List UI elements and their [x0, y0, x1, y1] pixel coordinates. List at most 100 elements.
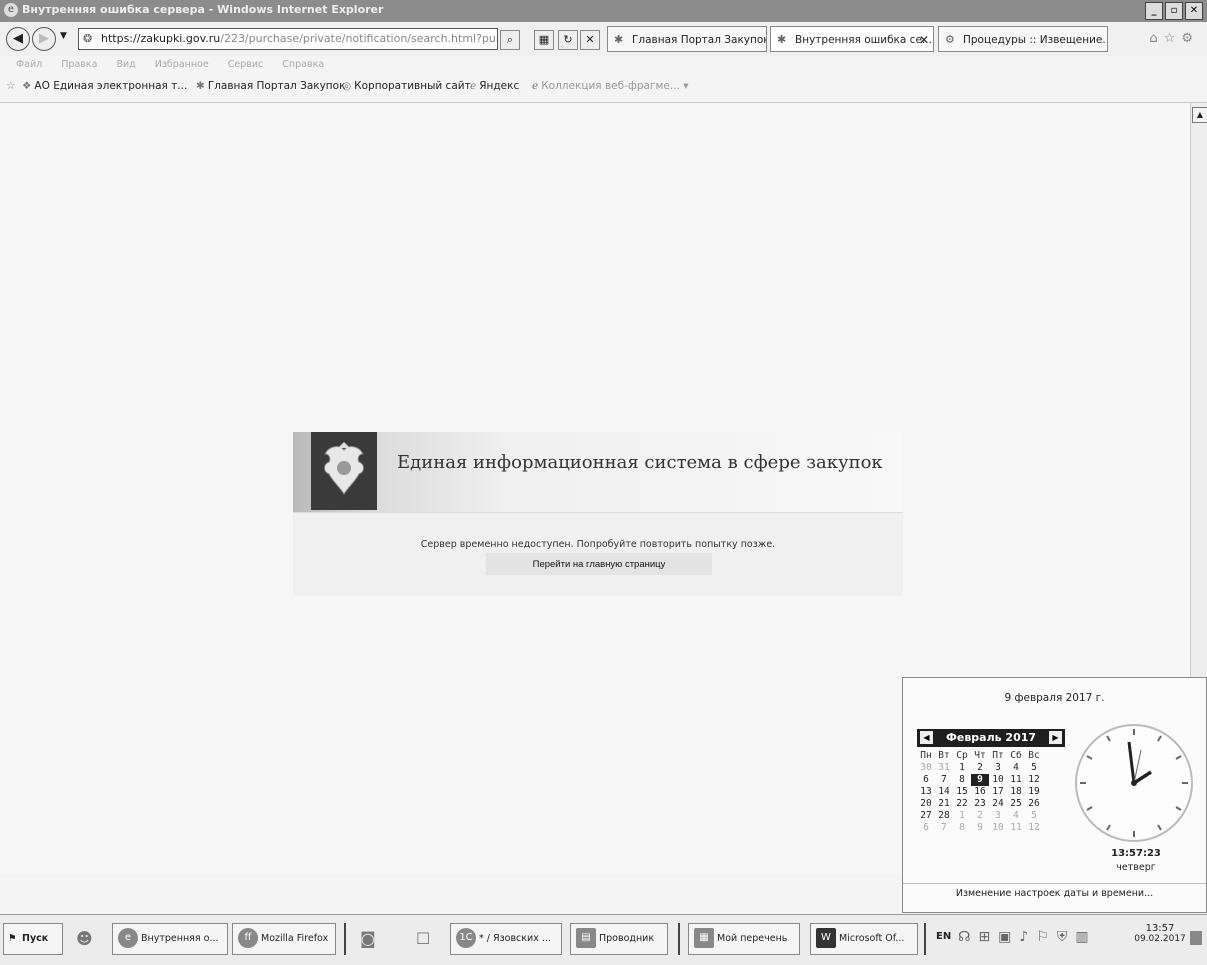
calendar-day[interactable]: 10	[989, 822, 1007, 834]
calendar-day[interactable]: 8	[953, 774, 971, 786]
favorites-star-icon[interactable]: ☆	[6, 80, 15, 92]
calendar-day[interactable]: 20	[917, 798, 935, 810]
favorites-star-icon[interactable]: ☆	[1164, 31, 1182, 46]
calendar-day[interactable]: 22	[953, 798, 971, 810]
tab-procedures[interactable]: ⚙ Процедуры :: Извещение...	[938, 26, 1108, 52]
taskbar-button-1c[interactable]: 1С * / Язовских ...	[450, 923, 562, 955]
calendar-day[interactable]: 31	[935, 762, 953, 774]
calendar-day[interactable]: 25	[1007, 798, 1025, 810]
taskbar-separator	[678, 923, 680, 955]
calendar-day[interactable]: 10	[989, 774, 1007, 786]
calendar-day[interactable]: 21	[935, 798, 953, 810]
quicklaunch-icon[interactable]: ☻	[76, 929, 93, 948]
network-icon[interactable]: ⊞	[978, 929, 998, 945]
calendar-day[interactable]: 4	[1007, 810, 1025, 822]
volume-icon[interactable]: ♪	[1019, 929, 1036, 945]
scroll-up-icon[interactable]: ▲	[1192, 107, 1207, 123]
language-indicator[interactable]: EN	[936, 931, 951, 942]
calendar-day[interactable]: 8	[953, 822, 971, 834]
calendar-day[interactable]: 3	[989, 810, 1007, 822]
calendar-day[interactable]: 5	[1025, 762, 1043, 774]
calendar-day[interactable]: 1	[953, 810, 971, 822]
back-button[interactable]: ◀	[6, 27, 30, 51]
calendar-day[interactable]: 19	[1025, 786, 1043, 798]
taskbar-button-firefox[interactable]: ff Mozilla Firefox	[232, 923, 336, 955]
calendar-day[interactable]: 6	[917, 822, 935, 834]
history-dropdown-icon[interactable]: ▼	[60, 31, 67, 41]
date-time-settings-link[interactable]: Изменение настроек даты и времени...	[903, 888, 1206, 899]
calendar-day[interactable]: 7	[935, 822, 953, 834]
monitor-icon[interactable]: ▥	[1075, 929, 1096, 945]
compat-view-icon[interactable]: ▦	[534, 30, 554, 50]
search-dropdown-icon[interactable]: ⌕	[500, 30, 520, 50]
calendar-day[interactable]: 9	[971, 822, 989, 834]
calendar-day[interactable]: 5	[1025, 810, 1043, 822]
calendar-day[interactable]: 14	[935, 786, 953, 798]
calendar-day[interactable]: 15	[953, 786, 971, 798]
calendar-day[interactable]: 4	[1007, 762, 1025, 774]
calendar-day[interactable]: 2	[971, 762, 989, 774]
favorite-link-portal[interactable]: ✱ Главная Портал Закупок	[196, 80, 345, 92]
calendar-day[interactable]: 6	[917, 774, 935, 786]
calendar-day[interactable]: 18	[1007, 786, 1025, 798]
next-month-icon[interactable]: ▶	[1049, 731, 1062, 744]
skype-icon[interactable]: ☊	[958, 929, 978, 945]
calendar-day[interactable]: 26	[1025, 798, 1043, 810]
calendar-day[interactable]: 30	[917, 762, 935, 774]
taskbar-button-explorer[interactable]: ▤ Проводник	[570, 923, 668, 955]
close-tab-icon[interactable]: ✕	[919, 27, 929, 51]
calendar-day[interactable]: 27	[917, 810, 935, 822]
calendar-day[interactable]: 17	[989, 786, 1007, 798]
calendar-day[interactable]: 13	[917, 786, 935, 798]
security-icon[interactable]: ⛨	[1057, 929, 1076, 945]
calendar-day[interactable]: 23	[971, 798, 989, 810]
tab-server-error[interactable]: ✱ Внутренняя ошибка се... ✕	[770, 26, 934, 52]
show-desktop-icon[interactable]	[1190, 931, 1202, 945]
calendar-day[interactable]: 3	[989, 762, 1007, 774]
action-center-icon[interactable]: ⚐	[1036, 929, 1057, 945]
taskbar-button-ie[interactable]: e Внутренняя о...	[112, 923, 228, 955]
menu-view[interactable]: Вид	[116, 59, 135, 70]
home-icon[interactable]: ⌂	[1149, 31, 1163, 46]
calendar-day-today[interactable]: 9	[971, 774, 989, 786]
favorite-link-corporate[interactable]: ◎ Корпоративный сайт	[342, 80, 471, 92]
forward-button[interactable]: ▶	[32, 27, 56, 51]
calendar-day[interactable]: 7	[935, 774, 953, 786]
prev-month-icon[interactable]: ◀	[920, 731, 933, 744]
calendar-day[interactable]: 2	[971, 810, 989, 822]
minimize-button[interactable]: _	[1145, 2, 1163, 20]
calendar-day[interactable]: 24	[989, 798, 1007, 810]
menu-favorites[interactable]: Избранное	[155, 59, 209, 70]
calendar-day[interactable]: 28	[935, 810, 953, 822]
app-icon[interactable]: ☐	[416, 929, 430, 948]
menu-file[interactable]: Файл	[16, 59, 42, 70]
calendar-day[interactable]: 12	[1025, 774, 1043, 786]
calendar-day[interactable]: 11	[1007, 822, 1025, 834]
calendar-day[interactable]: 1	[953, 762, 971, 774]
display-icon[interactable]: ▣	[998, 929, 1019, 945]
favorite-webslice-gallery[interactable]: ℯ Коллекция веб-фрагме... ▾	[532, 80, 688, 92]
go-home-button[interactable]: Перейти на главную страницу	[486, 553, 712, 575]
taskbar-button-my-list[interactable]: ▦ Мой перечень	[688, 923, 800, 955]
favorite-link-eets[interactable]: ❖ АО Единая электронная т...	[22, 80, 187, 92]
menu-help[interactable]: Справка	[282, 59, 324, 70]
favorite-link-yandex[interactable]: ℯ Яндекс	[470, 80, 519, 92]
menu-tools[interactable]: Сервис	[228, 59, 264, 70]
refresh-icon[interactable]: ↻	[558, 30, 578, 50]
address-bar[interactable]: ❂ https://zakupki.gov.ru/223/purchase/pr…	[78, 28, 498, 50]
close-window-button[interactable]: ✕	[1185, 2, 1203, 20]
stop-icon[interactable]: ✕	[580, 30, 600, 50]
taskbar-clock[interactable]: 13:57 09.02.2017	[1130, 923, 1190, 944]
taskbar-button-office[interactable]: W Microsoft Of...	[810, 923, 918, 955]
windows-flag-icon: ⚑	[8, 933, 17, 944]
app-icon[interactable]: ◙	[360, 929, 376, 948]
calendar-day[interactable]: 12	[1025, 822, 1043, 834]
calendar-day[interactable]: 16	[971, 786, 989, 798]
firefox-icon: ff	[238, 928, 258, 948]
menu-edit[interactable]: Правка	[61, 59, 97, 70]
settings-gear-icon[interactable]: ⚙	[1181, 31, 1199, 46]
maximize-button[interactable]: ▫	[1165, 2, 1183, 20]
start-button[interactable]: ⚑ Пуск	[3, 923, 63, 955]
tab-main-portal[interactable]: ✱ Главная Портал Закупок	[607, 26, 767, 52]
calendar-day[interactable]: 11	[1007, 774, 1025, 786]
